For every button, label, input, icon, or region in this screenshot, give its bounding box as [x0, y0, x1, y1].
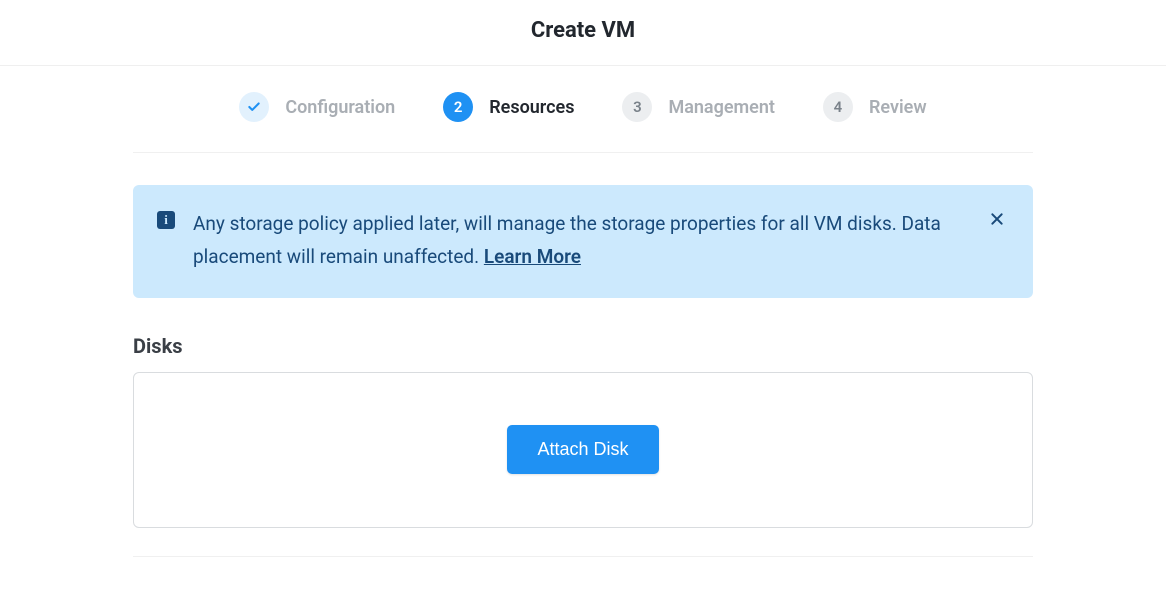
step-review[interactable]: 4 Review	[823, 92, 927, 122]
content-area: Configuration 2 Resources 3 Management 4…	[123, 66, 1043, 557]
section-divider	[133, 556, 1033, 557]
step-circle-completed	[239, 92, 269, 122]
step-circle-active: 2	[443, 92, 473, 122]
disks-container: Attach Disk	[133, 372, 1033, 528]
disks-section-title: Disks	[133, 334, 1033, 358]
step-number: 2	[454, 98, 463, 116]
close-icon	[989, 211, 1005, 227]
step-configuration[interactable]: Configuration	[239, 92, 395, 122]
page-title: Create VM	[0, 18, 1166, 43]
step-circle-pending: 3	[622, 92, 652, 122]
step-label: Management	[668, 97, 775, 118]
alert-text: Any storage policy applied later, will m…	[193, 207, 1009, 274]
step-number: 4	[834, 98, 843, 116]
wizard-stepper: Configuration 2 Resources 3 Management 4…	[133, 66, 1033, 153]
step-label: Review	[869, 97, 927, 118]
step-label: Configuration	[285, 97, 395, 118]
attach-disk-button[interactable]: Attach Disk	[507, 425, 658, 474]
step-resources[interactable]: 2 Resources	[443, 92, 574, 122]
learn-more-link[interactable]: Learn More	[484, 245, 581, 268]
info-alert: i Any storage policy applied later, will…	[133, 185, 1033, 298]
step-label: Resources	[489, 97, 574, 118]
step-number: 3	[633, 98, 642, 116]
alert-close-button[interactable]	[985, 207, 1009, 231]
page-header: Create VM	[0, 0, 1166, 66]
info-icon: i	[157, 211, 175, 229]
check-icon	[247, 100, 261, 114]
step-circle-pending: 4	[823, 92, 853, 122]
step-management[interactable]: 3 Management	[622, 92, 775, 122]
